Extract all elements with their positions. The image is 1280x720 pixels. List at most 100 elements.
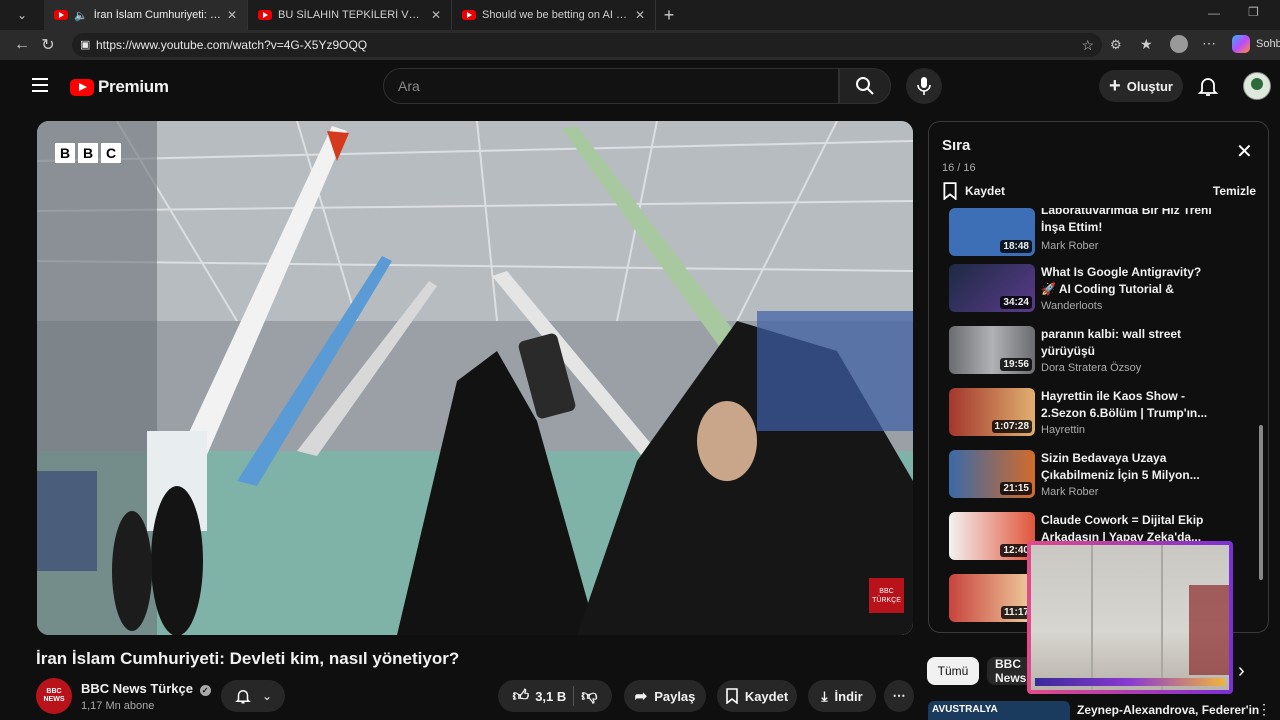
minimize-icon[interactable]: — bbox=[1208, 6, 1220, 20]
chip-all[interactable]: Tümü bbox=[927, 657, 979, 685]
browser-menu-icon[interactable]: ⋯ bbox=[1202, 35, 1216, 52]
video-thumbnail: 21:15 bbox=[949, 450, 1035, 498]
badge-line: BBC bbox=[879, 587, 894, 595]
url-text: https://www.youtube.com/watch?v=4G-X5Yz9… bbox=[96, 38, 368, 52]
more-actions-button[interactable]: ⋯ bbox=[884, 680, 914, 712]
queue-item[interactable]: 21:15 Sizin Bedavaya Uzaya Çıkabilmeniz … bbox=[949, 450, 1249, 508]
recommendation-title[interactable]: Zeynep-Alexandrova, Federer'in bbox=[1077, 703, 1259, 717]
duration-badge: 34:24 bbox=[1000, 296, 1032, 309]
close-queue-icon[interactable]: ✕ bbox=[1236, 142, 1253, 162]
subscription-bell-button[interactable]: ⌄ bbox=[221, 680, 285, 712]
url-field[interactable]: ▣ https://www.youtube.com/watch?v=4G-X5Y… bbox=[72, 33, 1102, 57]
bookmark-icon bbox=[943, 182, 957, 200]
close-tab-icon[interactable]: ✕ bbox=[227, 8, 237, 22]
queue-scrollbar[interactable] bbox=[1259, 425, 1263, 580]
bell-icon bbox=[1197, 78, 1219, 96]
recommendation-more-icon[interactable]: ⋮ bbox=[1257, 701, 1271, 718]
new-tab-icon[interactable]: + bbox=[656, 5, 682, 26]
sidebar-label[interactable]: Sohb bbox=[1256, 38, 1280, 50]
queue-save-label: Kaydet bbox=[965, 184, 1006, 198]
thumbs-down-icon: 👎︎ bbox=[581, 687, 598, 705]
create-label: Oluştur bbox=[1126, 78, 1173, 94]
duration-badge: 21:15 bbox=[1000, 482, 1032, 495]
video-thumbnail: 11:17 bbox=[949, 574, 1035, 622]
site-info-icon[interactable]: ▣ bbox=[80, 38, 90, 51]
queue-item[interactable]: 34:24 What Is Google Antigravity? 🚀 AI C… bbox=[949, 264, 1249, 322]
share-button[interactable]: ➦ Paylaş bbox=[624, 680, 706, 712]
search-input[interactable]: Ara bbox=[383, 68, 839, 104]
extensions-icon[interactable]: ⚙ bbox=[1110, 37, 1122, 53]
tab-list-chevron-icon[interactable]: ⌄ bbox=[0, 8, 44, 22]
queue-item[interactable]: 19:56 paranın kalbi: wall street yürüyüş… bbox=[949, 326, 1249, 384]
queue-item[interactable]: 18:48 Laboratuvarımda Bir Hız Treni İnşa… bbox=[949, 208, 1249, 266]
save-button[interactable]: Kaydet bbox=[717, 680, 797, 712]
dislike-button[interactable]: 👎︎ bbox=[581, 687, 597, 706]
divider bbox=[573, 686, 575, 706]
search-button[interactable] bbox=[839, 68, 891, 104]
notifications-button[interactable] bbox=[1196, 74, 1220, 98]
bbc-watermark-logo: B B C bbox=[55, 143, 121, 163]
queue-item-channel: Mark Rober bbox=[1041, 486, 1099, 498]
reload-icon[interactable]: ↻ bbox=[35, 35, 61, 55]
video-player[interactable] bbox=[37, 121, 913, 635]
badge-line: TÜRKÇE bbox=[872, 596, 901, 604]
bbc-letter: B bbox=[78, 143, 98, 163]
video-thumbnail: 19:56 bbox=[949, 326, 1035, 374]
bbc-turkce-badge: BBC TÜRKÇE bbox=[869, 578, 904, 613]
favorite-star-icon[interactable]: ☆ bbox=[1081, 37, 1094, 54]
queue-save-button[interactable]: Kaydet bbox=[943, 182, 1005, 200]
save-label: Kaydet bbox=[744, 688, 789, 704]
favorites-icon[interactable]: ★ bbox=[1140, 36, 1153, 53]
like-count: 3,1 B bbox=[535, 688, 567, 704]
youtube-play-icon bbox=[70, 78, 94, 96]
close-tab-icon[interactable]: ✕ bbox=[431, 8, 441, 22]
browser-tab-3[interactable]: Should we be betting on AI to fix ✕ bbox=[452, 0, 656, 30]
webcam-feed bbox=[1031, 545, 1229, 690]
verified-icon: ✓ bbox=[199, 685, 211, 696]
create-button[interactable]: + Oluştur bbox=[1099, 70, 1183, 102]
video-thumbnail: 12:40 bbox=[949, 512, 1035, 560]
logo-text: Premium bbox=[98, 77, 169, 96]
recommendation-thumbnail[interactable]: AVUSTRALYA bbox=[928, 701, 1070, 720]
restore-icon[interactable]: ❐ bbox=[1248, 5, 1259, 19]
like-button[interactable]: 👍︎ 3,1 B bbox=[512, 687, 566, 706]
voice-search-button[interactable] bbox=[906, 68, 942, 104]
bbc-letter: C bbox=[101, 143, 121, 163]
address-bar: ← ↻ ▣ https://www.youtube.com/watch?v=4G… bbox=[0, 30, 1280, 60]
subscriber-count: 1,17 Mn abone bbox=[81, 700, 155, 712]
hamburger-menu-icon[interactable] bbox=[32, 78, 48, 92]
like-dislike-group: 👍︎ 3,1 B 👎︎ bbox=[498, 680, 612, 712]
back-icon[interactable]: ← bbox=[9, 36, 35, 54]
channel-name[interactable]: BBC News Türkçe ✓ bbox=[81, 681, 211, 696]
webcam-overlay bbox=[1027, 541, 1233, 694]
browser-tab-2[interactable]: BU SİLAHIN TEPKİLERİ VE HASARI ✕ bbox=[248, 0, 452, 30]
chips-next-chevron-icon[interactable]: › bbox=[1238, 660, 1245, 683]
browser-tab-1[interactable]: 🔈 İran İslam Cumhuriyeti: Devleti kim, n… bbox=[44, 0, 248, 30]
download-button[interactable]: ⤓ İndir bbox=[808, 680, 876, 712]
share-arrow-icon: ➦ bbox=[634, 688, 648, 705]
avatar-line: NEWS bbox=[43, 696, 65, 703]
queue-item-title: Sizin Bedavaya Uzaya Çıkabilmeniz İçin 5… bbox=[1041, 451, 1200, 482]
bookmark-icon bbox=[726, 688, 738, 704]
queue-item[interactable]: 1:07:28 Hayrettin ile Kaos Show - 2.Sezo… bbox=[949, 388, 1249, 446]
queue-item-channel: Mark Rober bbox=[1041, 240, 1099, 252]
close-tab-icon[interactable]: ✕ bbox=[635, 8, 645, 22]
search-icon bbox=[856, 77, 874, 95]
download-icon: ⤓ bbox=[821, 687, 828, 704]
channel-name-text: BBC News Türkçe bbox=[81, 681, 193, 696]
copilot-icon[interactable] bbox=[1232, 35, 1250, 53]
plus-icon: + bbox=[1109, 75, 1121, 97]
youtube-logo[interactable]: Premium bbox=[70, 77, 169, 97]
profile-avatar-icon[interactable] bbox=[1170, 35, 1188, 53]
queue-item-title: Hayrettin ile Kaos Show - 2.Sezon 6.Bölü… bbox=[1041, 389, 1208, 420]
microphone-icon bbox=[917, 77, 931, 95]
share-label: Paylaş bbox=[654, 688, 696, 704]
download-label: İndir bbox=[834, 688, 863, 704]
queue-item-channel: Dora Stratera Özsoy bbox=[1041, 362, 1142, 374]
duration-badge: 1:07:28 bbox=[991, 420, 1032, 433]
bell-icon bbox=[235, 690, 251, 704]
user-avatar[interactable] bbox=[1243, 72, 1271, 100]
queue-clear-button[interactable]: Temizle bbox=[1213, 184, 1256, 198]
channel-avatar[interactable]: BBC NEWS bbox=[36, 678, 72, 714]
speaker-icon[interactable]: 🔈 bbox=[74, 9, 88, 22]
